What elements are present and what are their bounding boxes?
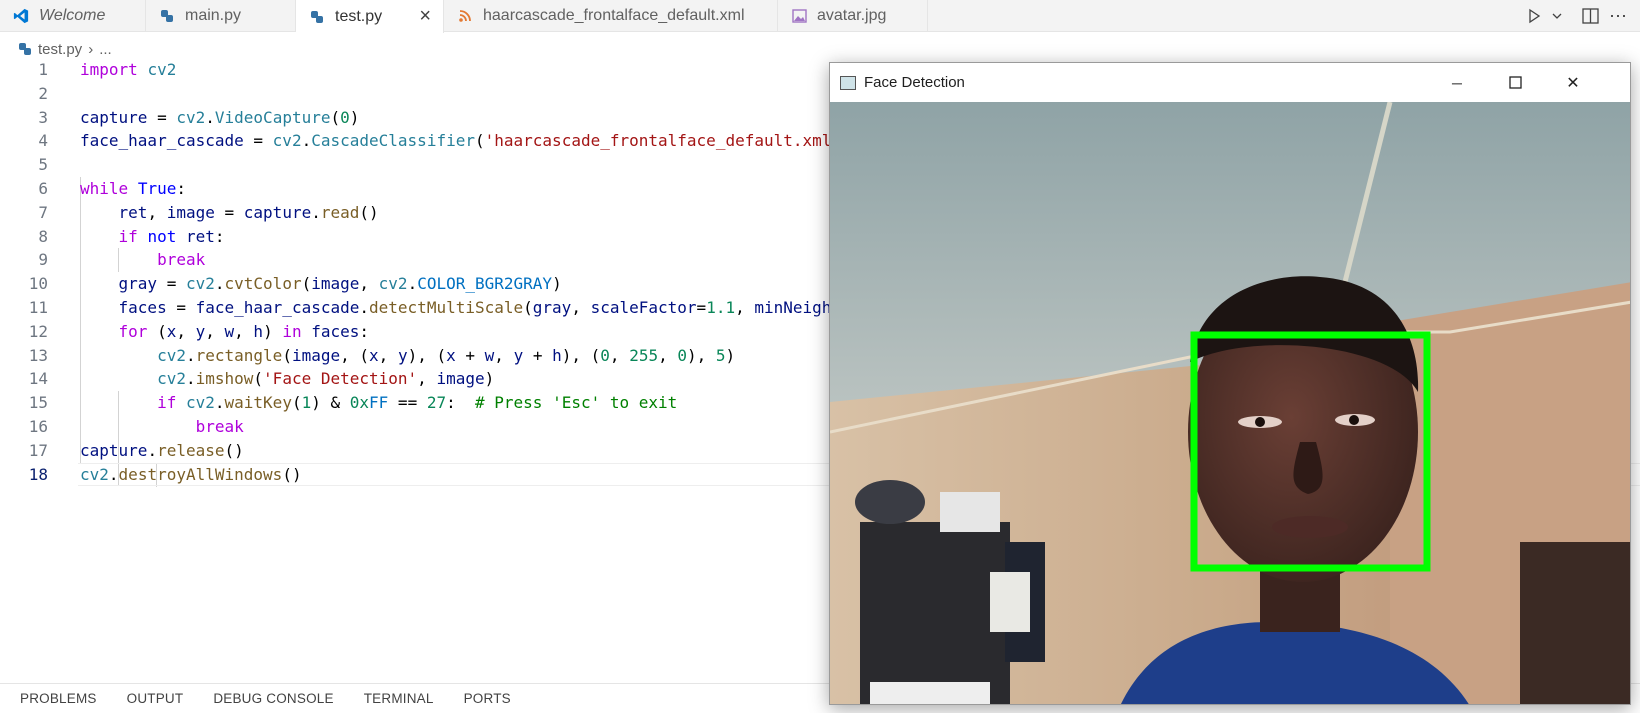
tab-label: avatar.jpg (817, 7, 887, 24)
tab-terminal[interactable]: TERMINAL (364, 691, 434, 706)
rss-icon (457, 8, 473, 24)
line-number: 10 (28, 274, 48, 294)
line-number: 15 (28, 393, 48, 413)
tab-label: haarcascade_frontalface_default.xml (483, 7, 745, 24)
code-text[interactable]: if not ret: (80, 225, 225, 249)
code-text[interactable]: capture = cv2.VideoCapture(0) (80, 106, 359, 130)
python-icon (18, 42, 32, 56)
code-text[interactable]: cv2.destroyAllWindows() (80, 463, 302, 487)
window-app-icon (840, 75, 856, 90)
breadcrumb-file[interactable]: test.py (38, 41, 82, 58)
face-detection-window[interactable]: Face Detection ─ ✕ (829, 62, 1631, 705)
line-number: 18 (28, 464, 48, 484)
code-text[interactable]: faces = face_haar_cascade.detectMultiSca… (80, 296, 899, 320)
tab-avatar-jpg[interactable]: avatar.jpg (778, 0, 928, 32)
line-number: 16 (28, 417, 48, 436)
tab-test-py[interactable]: test.py × (296, 0, 444, 33)
line-number: 8 (38, 226, 48, 246)
code-text[interactable]: ret, image = capture.read() (80, 201, 379, 225)
line-number: 5 (38, 155, 48, 175)
tab-debug-console[interactable]: DEBUG CONSOLE (213, 691, 333, 706)
line-number: 6 (38, 179, 48, 198)
line-number: 4 (38, 131, 48, 151)
breadcrumb: test.py › ... (18, 38, 112, 60)
window-title: Face Detection (864, 74, 965, 91)
code-text[interactable]: cv2.imshow('Face Detection', image) (80, 367, 494, 391)
code-text[interactable]: while True: (80, 177, 186, 201)
run-icon[interactable] (1526, 8, 1542, 24)
code-text[interactable]: import cv2 (80, 58, 176, 82)
split-editor-icon[interactable] (1582, 8, 1599, 24)
line-number: 14 (28, 369, 48, 389)
tab-welcome[interactable]: Welcome (0, 0, 146, 32)
camera-frame (830, 101, 1630, 704)
editor-tab-bar: Welcome main.py test.py × haarcascade_fr… (0, 0, 1640, 33)
editor-actions: ⋯ (1526, 0, 1628, 32)
tab-label: Welcome (39, 7, 106, 24)
image-icon (791, 8, 807, 24)
line-number: 1 (38, 60, 48, 79)
line-number: 3 (38, 107, 48, 127)
python-icon (309, 9, 325, 25)
tab-haarcascade-xml[interactable]: haarcascade_frontalface_default.xml (444, 0, 778, 32)
line-number: 2 (38, 83, 48, 103)
maximize-button[interactable] (1486, 63, 1544, 102)
vscode-logo-icon (13, 8, 29, 24)
tab-label: main.py (185, 7, 242, 24)
code-text[interactable]: capture.release() (80, 439, 244, 463)
code-text[interactable]: cv2.rectangle(image, (x, y), (x + w, y +… (80, 344, 735, 368)
chevron-down-icon[interactable] (1552, 11, 1562, 21)
code-text[interactable]: break (80, 248, 205, 272)
python-icon (159, 8, 175, 24)
line-number: 11 (28, 298, 48, 317)
code-text[interactable]: gray = cv2.cvtColor(image, cv2.COLOR_BGR… (80, 272, 562, 296)
code-text[interactable]: break (80, 415, 244, 439)
tab-problems[interactable]: PROBLEMS (20, 691, 97, 706)
code-text[interactable]: if cv2.waitKey(1) & 0xFF == 27: # Press … (80, 391, 677, 415)
code-text[interactable]: face_haar_cascade = cv2.CascadeClassifie… (80, 129, 851, 153)
line-number: 9 (38, 250, 48, 270)
breadcrumb-separator: › (88, 40, 94, 58)
tab-output[interactable]: OUTPUT (127, 691, 184, 706)
minimize-button[interactable]: ─ (1428, 63, 1486, 102)
close-window-button[interactable]: ✕ (1544, 63, 1602, 102)
line-number: 12 (28, 321, 48, 341)
tab-label: test.py (335, 7, 383, 25)
tab-ports[interactable]: PORTS (464, 691, 511, 706)
breadcrumb-more[interactable]: ... (99, 41, 112, 58)
close-tab-icon[interactable]: × (419, 5, 431, 28)
tab-main-py[interactable]: main.py (146, 0, 296, 32)
webcam-image (830, 101, 1630, 704)
code-text[interactable]: for (x, y, w, h) in faces: (80, 320, 370, 344)
line-number: 13 (28, 345, 48, 365)
line-number: 17 (28, 440, 48, 460)
more-actions-icon[interactable]: ⋯ (1609, 6, 1628, 27)
window-title-bar[interactable]: Face Detection ─ ✕ (830, 63, 1630, 102)
line-number: 7 (38, 202, 48, 222)
